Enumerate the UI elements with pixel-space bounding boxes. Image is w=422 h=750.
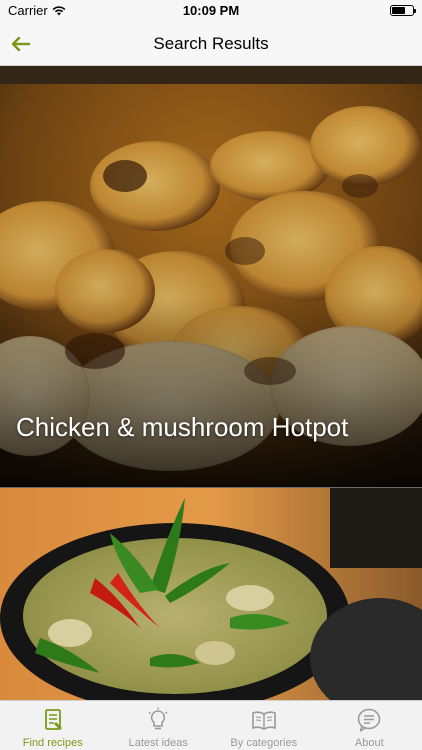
tab-find-recipes[interactable]: Find recipes xyxy=(0,701,106,750)
tab-by-categories[interactable]: By categories xyxy=(211,701,317,750)
tab-label: About xyxy=(354,737,384,749)
recipe-title: Chicken & mushroom Hotpot xyxy=(16,412,349,442)
tab-label: By categories xyxy=(230,737,298,749)
open-book-icon xyxy=(251,711,276,730)
tab-label: Latest ideas xyxy=(128,737,188,749)
tab-label: Find recipes xyxy=(22,737,83,749)
navigation-bar: Search Results xyxy=(0,22,422,66)
status-time: 10:09 PM xyxy=(182,3,240,18)
recipe-list[interactable]: Chicken & mushroom Hotpot xyxy=(0,66,422,700)
chat-bubble-icon xyxy=(357,708,381,732)
tab-latest-ideas[interactable]: Latest ideas xyxy=(106,701,212,750)
recipe-photo xyxy=(0,488,422,700)
page-title: Search Results xyxy=(153,34,269,53)
recipe-book-icon xyxy=(44,709,62,730)
battery-icon xyxy=(390,5,416,16)
tab-bar: Find recipes Latest ideas By categories xyxy=(0,700,422,750)
tab-about[interactable]: About xyxy=(317,701,422,750)
lightbulb-icon xyxy=(148,707,168,730)
recipe-card[interactable] xyxy=(0,488,422,700)
status-bar: Carrier 10:09 PM xyxy=(0,0,422,22)
recipe-card[interactable]: Chicken & mushroom Hotpot xyxy=(0,66,422,487)
